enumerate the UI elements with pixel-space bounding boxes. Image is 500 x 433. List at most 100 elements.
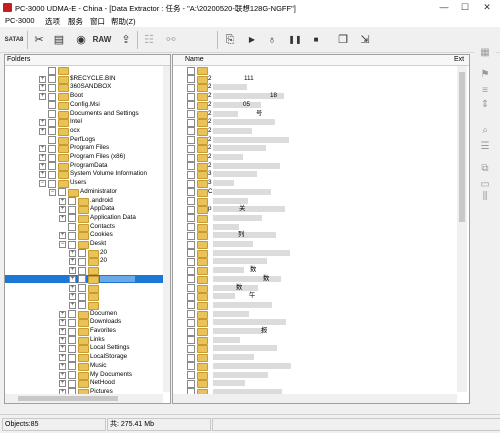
file-row[interactable]: 列 (173, 231, 457, 241)
tree-checkbox[interactable] (68, 310, 76, 319)
file-checkbox[interactable] (187, 379, 195, 388)
file-row[interactable]: 2 (173, 162, 457, 171)
tree-row[interactable]: + AppData (5, 205, 163, 215)
file-checkbox[interactable] (187, 231, 195, 240)
raw-button[interactable]: RAW (91, 31, 113, 49)
tree-expander[interactable]: + (69, 275, 76, 283)
tree-checkbox[interactable] (78, 301, 86, 310)
chip-icon[interactable]: ▦ (477, 46, 493, 60)
tree-checkbox[interactable] (68, 197, 76, 205)
tree-expander[interactable]: + (59, 380, 66, 388)
file-checkbox[interactable] (187, 214, 195, 223)
tree-checkbox[interactable] (48, 66, 56, 75)
tree-row[interactable]: +20 (5, 249, 163, 258)
menu-window[interactable]: 窗口 (90, 16, 105, 27)
file-row[interactable]: p关 (173, 205, 457, 215)
tree-expander[interactable]: + (39, 119, 46, 127)
name-column-header[interactable]: Name (185, 56, 204, 63)
tree-row[interactable]: Contacts (5, 223, 163, 232)
close-button[interactable]: ✕ (477, 2, 497, 13)
sata-port-button[interactable]: SATA8 (3, 31, 25, 49)
tree-expander[interactable]: + (59, 197, 66, 205)
tree-checkbox[interactable] (68, 205, 76, 214)
file-checkbox[interactable] (187, 257, 195, 266)
file-row[interactable]: 2 (173, 127, 457, 136)
file-row[interactable] (173, 249, 457, 258)
tree-checkbox[interactable] (68, 371, 76, 379)
tree-row[interactable]: +360SANDBOX (5, 83, 163, 93)
file-row[interactable] (173, 310, 457, 319)
bike-icon[interactable]: ♁ (263, 31, 281, 49)
file-checkbox[interactable] (187, 336, 195, 345)
file-row[interactable]: 2 (173, 144, 457, 154)
stop-icon[interactable]: ■ (307, 31, 325, 49)
tree-row[interactable]: + Downloads (5, 318, 163, 328)
file-checkbox[interactable] (187, 92, 195, 101)
tree-row[interactable]: + Application Data (5, 214, 163, 223)
file-checkbox[interactable] (187, 83, 195, 92)
tree-row[interactable]: + Program Files (x86) (5, 153, 163, 162)
tree-checkbox[interactable] (78, 249, 86, 258)
windows-icon[interactable]: ❐ (334, 31, 352, 49)
tree-row[interactable]: + System Volume Information (5, 170, 163, 180)
file-row[interactable] (173, 214, 457, 223)
file-row[interactable] (173, 301, 457, 310)
tree-checkbox[interactable] (48, 83, 56, 92)
tree-expander[interactable]: + (39, 162, 46, 170)
tree-checkbox[interactable] (48, 118, 56, 127)
tree-expander[interactable]: + (39, 93, 46, 101)
file-row[interactable] (173, 362, 457, 371)
tree-expander[interactable]: + (69, 258, 76, 266)
file-checkbox[interactable] (187, 66, 195, 75)
file-checkbox[interactable] (187, 353, 195, 362)
file-checkbox[interactable] (187, 371, 195, 379)
tree-expander[interactable]: − (39, 180, 46, 188)
file-checkbox[interactable] (187, 188, 195, 197)
tree-expander[interactable]: + (39, 127, 46, 135)
file-row[interactable]: 2 05 (173, 101, 457, 110)
file-row[interactable]: C (173, 188, 457, 197)
tree-checkbox[interactable] (68, 214, 76, 223)
tree-row[interactable]: − Users (5, 179, 163, 189)
file-row[interactable]: 2 (173, 136, 457, 145)
tree-expander[interactable]: + (69, 301, 76, 309)
file-row[interactable]: 3 (173, 170, 457, 180)
tree-expander[interactable]: + (69, 293, 76, 301)
tree-row[interactable]: + LocalStorage (5, 353, 163, 363)
file-checkbox[interactable] (187, 362, 195, 371)
tree-row[interactable]: + Music (5, 362, 163, 371)
file-checkbox[interactable] (187, 127, 195, 136)
tree-checkbox[interactable] (78, 292, 86, 301)
file-row[interactable]: 2号 (173, 110, 457, 119)
tree-expander[interactable]: + (69, 284, 76, 292)
search-icon[interactable]: ⌕ (477, 124, 493, 138)
file-checkbox[interactable] (187, 223, 195, 232)
file-checkbox[interactable] (187, 153, 195, 162)
menu-help[interactable]: 帮助(Z) (111, 16, 136, 27)
file-checkbox[interactable] (187, 75, 195, 84)
tree-checkbox[interactable] (78, 284, 86, 292)
tree-checkbox[interactable] (68, 240, 76, 249)
tree-row[interactable]: + (5, 274, 163, 284)
file-checkbox[interactable] (187, 275, 195, 284)
tree-row[interactable]: + Intel (5, 118, 163, 128)
file-row[interactable] (173, 257, 457, 267)
play-icon[interactable]: ▶ (243, 31, 261, 49)
tree-view-icon[interactable]: ☷ (140, 31, 158, 49)
tree-checkbox[interactable] (48, 179, 56, 188)
tree-row[interactable]: − Administrator (5, 188, 163, 197)
file-row[interactable]: 报 (173, 327, 457, 336)
ext-column-header[interactable]: Ext (454, 56, 464, 63)
file-row[interactable]: 2 18 (173, 92, 457, 102)
tree-checkbox[interactable] (68, 344, 76, 353)
tree-expander[interactable]: + (59, 336, 66, 344)
file-row[interactable]: 3 (173, 179, 457, 189)
tree-checkbox[interactable] (48, 162, 56, 171)
files-scroll-thumb[interactable] (459, 72, 465, 222)
file-row[interactable] (173, 344, 457, 354)
tree-row[interactable]: + Links (5, 336, 163, 345)
tree-row[interactable]: Config.Msi (5, 101, 163, 110)
file-row[interactable] (173, 240, 457, 249)
tree-expander[interactable]: + (59, 345, 66, 353)
tree-expander[interactable]: − (59, 241, 66, 248)
